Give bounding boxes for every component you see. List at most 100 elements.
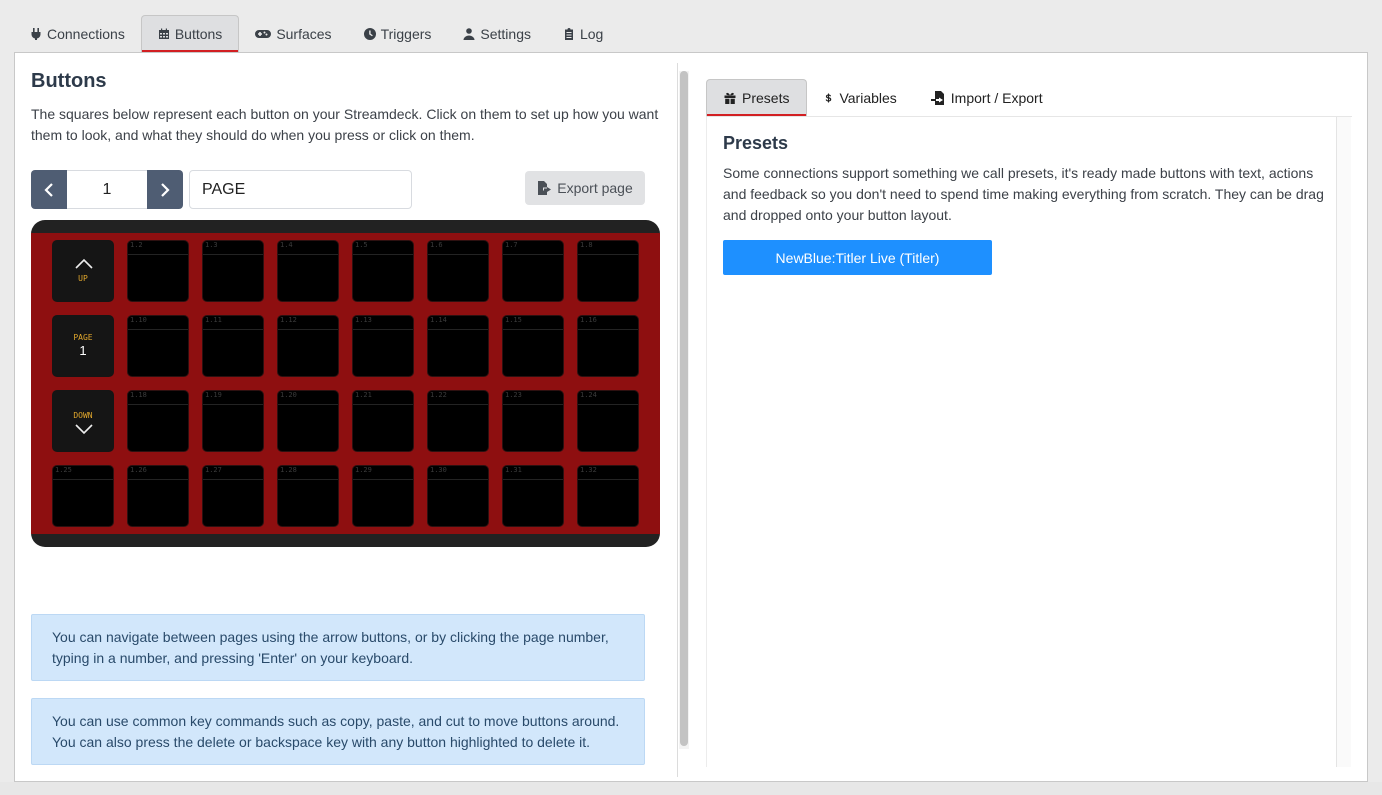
streamdeck-key[interactable]: 1.22 [427,390,489,452]
key-divider [353,404,413,405]
key-divider [428,479,488,480]
left-scrollbar-thumb[interactable] [680,71,688,746]
streamdeck-key[interactable]: 1.23 [502,390,564,452]
presets-title: Presets [723,133,789,153]
streamdeck-key[interactable]: 1.25 [52,465,114,527]
streamdeck-key[interactable]: 1.13 [352,315,414,377]
streamdeck-key[interactable]: 1.7 [502,240,564,302]
clock-icon [363,27,376,40]
tab-connections[interactable]: Connections [14,15,141,52]
streamdeck-key[interactable]: 1.20 [277,390,339,452]
tab-import-export[interactable]: Import / Export [914,79,1060,116]
page-name-input[interactable]: PAGE [189,170,412,209]
key-divider [428,254,488,255]
streamdeck-key[interactable]: 1.11 [202,315,264,377]
key-divider [203,404,263,405]
tab-label: Log [579,25,604,42]
key-divider [128,329,188,330]
key-number-label: 1.5 [355,241,368,249]
key-divider [203,479,263,480]
streamdeck-key[interactable]: 1.24 [577,390,639,452]
tab-buttons[interactable]: Buttons [140,15,240,52]
streamdeck-key[interactable]: 1.30 [427,465,489,527]
key-divider [278,479,338,480]
gift-icon [724,92,736,104]
key-divider [203,254,263,255]
streamdeck-key[interactable]: 1.6 [427,240,489,302]
preset-connection-button[interactable]: NewBlue:Titler Live (Titler) [723,240,992,275]
tab-log[interactable]: Log [547,15,619,52]
streamdeck-key[interactable]: 1.15 [502,315,564,377]
streamdeck-key[interactable]: 1.19 [202,390,264,452]
bottom-strip [0,782,1382,795]
tip-navigation: You can navigate between pages using the… [31,614,645,681]
streamdeck-key[interactable]: 1.29 [352,465,414,527]
key-divider [128,404,188,405]
buttons-section: Buttons The squares below represent each… [31,53,671,781]
tab-presets[interactable]: Presets [706,79,808,116]
plug-icon [31,27,41,40]
streamdeck-key[interactable]: 1.3 [202,240,264,302]
key-divider [428,329,488,330]
tab-label: Buttons [174,26,223,42]
streamdeck-key[interactable]: 1.14 [427,315,489,377]
streamdeck-key[interactable]: 1.4 [277,240,339,302]
page-down-key[interactable]: DOWN [52,390,114,452]
streamdeck-key[interactable]: 1.31 [502,465,564,527]
tab-variables[interactable]: Variables [807,79,913,116]
key-divider [578,254,638,255]
key-number-label: 1.19 [205,391,222,399]
right-panel-tabs: Presets Variables Import / Export [706,79,1352,117]
streamdeck-key[interactable]: 1.5 [352,240,414,302]
page-number-key[interactable]: PAGE 1 [52,315,114,377]
key-number-label: 1.26 [130,466,147,474]
gamepad-icon [255,29,272,38]
key-number-label: 1.23 [505,391,522,399]
streamdeck-key[interactable]: 1.16 [577,315,639,377]
presets-tab-content: Presets Some connections support somethi… [706,117,1337,767]
tab-surfaces[interactable]: Surfaces [239,15,347,52]
next-page-button[interactable] [147,170,183,209]
key-number-label: 1.11 [205,316,222,324]
key-number-label: 1.12 [280,316,297,324]
key-number-label: 1.18 [130,391,147,399]
key-number-label: 1.16 [580,316,597,324]
streamdeck-key[interactable]: 1.28 [277,465,339,527]
right-scrollbar[interactable] [1336,117,1351,767]
streamdeck-key[interactable]: 1.2 [127,240,189,302]
key-divider [428,404,488,405]
prev-page-button[interactable] [31,170,67,209]
key-divider [128,254,188,255]
tab-label: Presets [742,90,790,106]
key-divider [278,254,338,255]
key-number-label: 1.14 [430,316,447,324]
page-title: Buttons [31,70,107,92]
streamdeck-key[interactable]: 1.18 [127,390,189,452]
key-number-label: 1.28 [280,466,297,474]
streamdeck-key[interactable]: 1.21 [352,390,414,452]
streamdeck-key[interactable]: 1.10 [127,315,189,377]
down-key-label: DOWN [73,411,93,420]
streamdeck-key[interactable]: 1.26 [127,465,189,527]
page-up-key[interactable]: UP [52,240,114,302]
streamdeck-key[interactable]: 1.27 [202,465,264,527]
key-number-label: 1.21 [355,391,372,399]
page-number-input[interactable]: 1 [67,170,147,209]
presets-panel: Presets Variables Import / Export Preset… [706,79,1352,767]
key-number-label: 1.24 [580,391,597,399]
streamdeck-key[interactable]: 1.8 [577,240,639,302]
tab-settings[interactable]: Settings [447,15,547,52]
key-number-label: 1.20 [280,391,297,399]
tab-triggers[interactable]: Triggers [348,15,448,52]
export-page-button[interactable]: Export page [525,171,645,205]
key-number-label: 1.10 [130,316,147,324]
chevron-left-icon [44,182,53,197]
streamdeck-key[interactable]: 1.12 [277,315,339,377]
tip-key-commands: You can use common key commands such as … [31,698,645,765]
streamdeck-key[interactable]: 1.32 [577,465,639,527]
key-number-label: 1.25 [55,466,72,474]
key-divider [353,254,413,255]
key-divider [578,404,638,405]
column-divider [677,63,678,777]
file-export-icon [538,181,552,195]
